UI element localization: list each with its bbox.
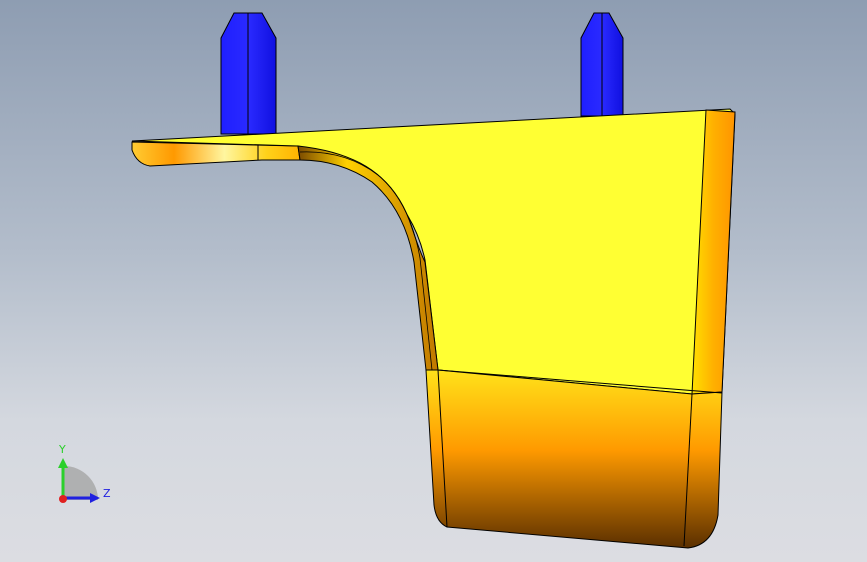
axis-triad — [58, 458, 100, 503]
x-axis-dot — [59, 495, 67, 503]
lower-face[interactable] — [425, 369, 723, 549]
part-model[interactable] — [0, 0, 867, 562]
left-pin[interactable] — [220, 12, 277, 135]
right-pin[interactable] — [580, 12, 624, 117]
3d-viewport[interactable]: Y Z — [0, 0, 867, 562]
triad-z-label: Z — [103, 487, 111, 500]
triad-y-label: Y — [59, 443, 66, 456]
y-axis-arrow — [58, 458, 68, 468]
